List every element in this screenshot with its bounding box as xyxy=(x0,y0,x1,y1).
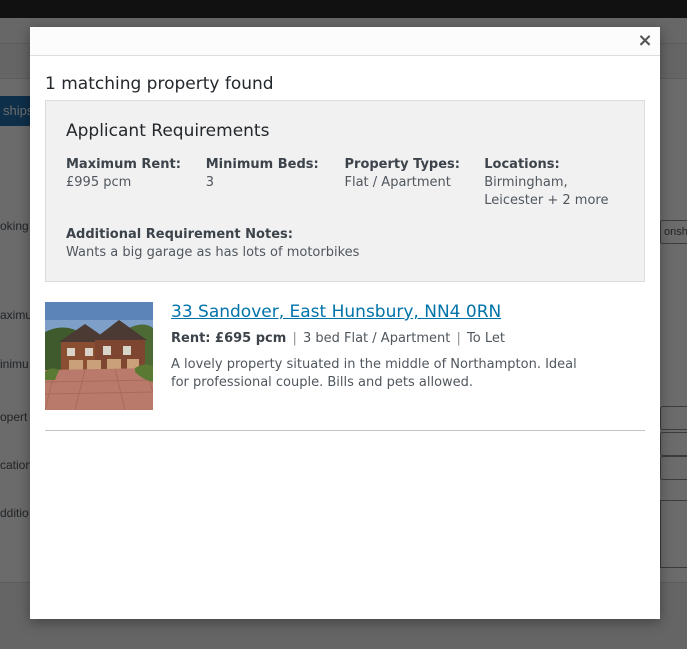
requirement-label: Property Types: xyxy=(344,157,460,172)
results-title: 1 matching property found xyxy=(45,74,274,94)
property-photo xyxy=(45,302,153,410)
requirements-grid: Maximum Rent: £995 pcm Minimum Beds: 3 P… xyxy=(66,156,624,210)
requirement-label: Minimum Beds: xyxy=(205,157,319,172)
modal-header: × xyxy=(30,27,660,56)
requirement-notes: Additional Requirement Notes: Wants a bi… xyxy=(66,226,624,262)
property-meta: Rent: £695 pcm | 3 bed Flat / Apartment … xyxy=(171,330,591,348)
separator: | xyxy=(292,331,297,346)
requirement-label: Maximum Rent: xyxy=(66,157,181,172)
requirement-value: Leicester + 2 more xyxy=(484,193,609,208)
property-result: 33 Sandover, East Hunsbury, NN4 0RN Rent… xyxy=(45,302,645,410)
requirements-title: Applicant Requirements xyxy=(66,121,270,141)
matching-properties-modal: × 1 matching property found Applicant Re… xyxy=(30,27,660,619)
applicant-requirements-panel: Applicant Requirements Maximum Rent: £99… xyxy=(45,100,645,282)
modal-body: 1 matching property found Applicant Requ… xyxy=(30,56,660,431)
requirement-locations: Locations: Birmingham, Leicester + 2 mor… xyxy=(484,156,624,210)
property-beds-type: 3 bed Flat / Apartment xyxy=(302,331,451,346)
results-divider xyxy=(45,430,645,431)
property-rent: Rent: £695 pcm xyxy=(171,331,287,346)
requirement-max-rent: Maximum Rent: £995 pcm xyxy=(66,156,206,210)
requirement-notes-label: Additional Requirement Notes: xyxy=(66,227,293,242)
requirement-value: 3 xyxy=(205,175,215,190)
separator: | xyxy=(456,331,461,346)
requirement-min-beds: Minimum Beds: 3 xyxy=(206,156,345,210)
requirement-value: Flat / Apartment xyxy=(344,175,451,190)
requirement-value: Birmingham, xyxy=(484,175,568,190)
requirement-notes-value: Wants a big garage as has lots of motorb… xyxy=(66,245,360,260)
requirement-label: Locations: xyxy=(484,157,560,172)
close-icon[interactable]: × xyxy=(636,32,654,50)
requirement-value: £995 pcm xyxy=(66,175,132,190)
property-address-link[interactable]: 33 Sandover, East Hunsbury, NN4 0RN xyxy=(171,302,591,322)
property-status: To Let xyxy=(467,331,505,346)
requirement-property-types: Property Types: Flat / Apartment xyxy=(345,156,485,210)
property-description: A lovely property situated in the middle… xyxy=(171,357,577,390)
property-thumbnail[interactable] xyxy=(45,302,153,410)
property-info: 33 Sandover, East Hunsbury, NN4 0RN Rent… xyxy=(171,302,591,410)
